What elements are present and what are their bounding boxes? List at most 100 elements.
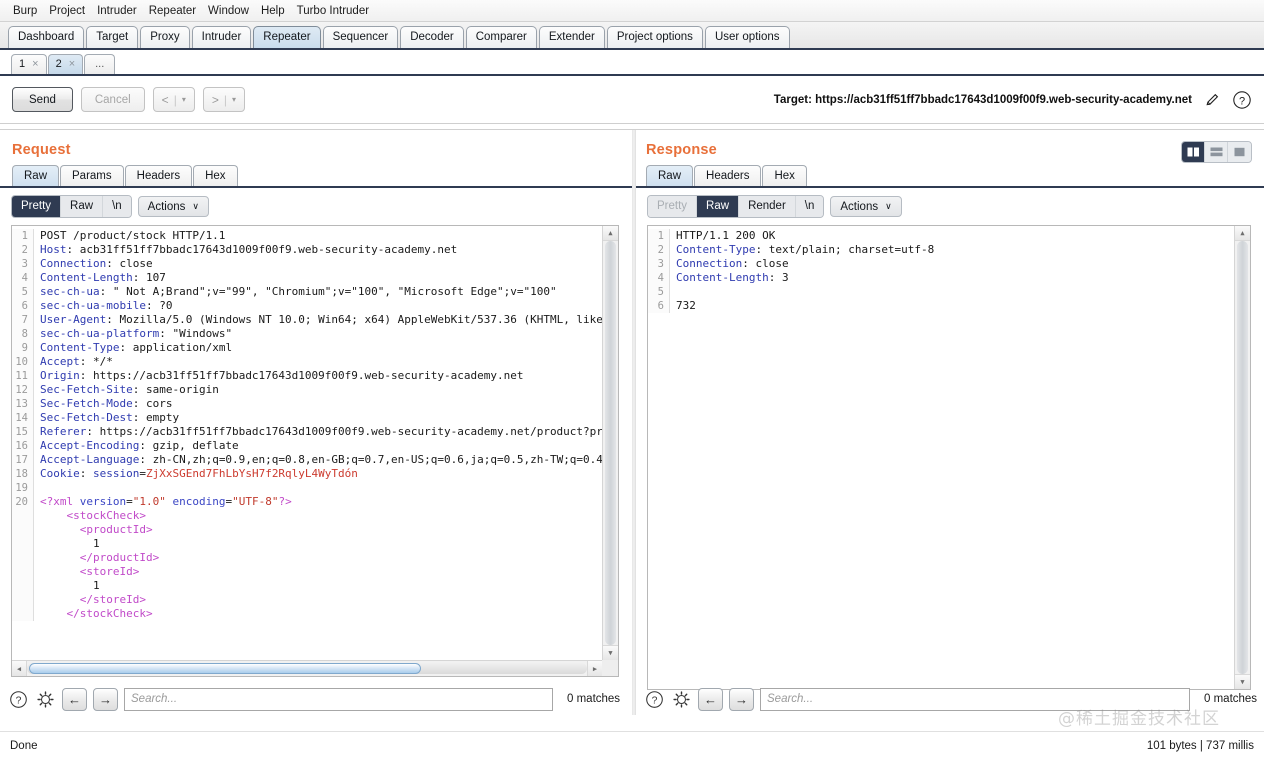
tab-intruder[interactable]: Intruder — [191, 26, 252, 48]
request-format-newline[interactable]: \n — [103, 196, 131, 217]
pencil-icon[interactable] — [1202, 90, 1222, 110]
code-line: 2 Content-Type: text/plain; charset=utf-8 — [648, 243, 1234, 257]
scroll-left-icon[interactable]: ◀ — [12, 661, 27, 676]
menu-item-project[interactable]: Project — [43, 3, 91, 19]
request-editor[interactable]: 1 POST /product/stock HTTP/1.1 2 Host: acb3… — [11, 225, 619, 677]
repeater-tab-strip: 1 × 2 × ... — [0, 50, 1264, 76]
history-back-button[interactable]: < | ▾ — [152, 87, 195, 112]
response-tab-raw[interactable]: Raw — [646, 165, 694, 186]
response-vertical-scrollbar[interactable]: ▲ ▼ — [1234, 226, 1250, 689]
code-line: 4 Content-Length: 107 — [12, 271, 602, 285]
close-icon[interactable]: × — [69, 55, 75, 74]
line-number: 17 — [12, 453, 34, 467]
tab-sequencer[interactable]: Sequencer — [322, 26, 399, 48]
request-tab-raw[interactable]: Raw — [12, 165, 60, 186]
request-tab-hex[interactable]: Hex — [193, 165, 238, 186]
response-tab-headers[interactable]: Headers — [694, 165, 762, 186]
code-line: 17 Accept-Language: zh-CN,zh;q=0.9,en;q=0… — [12, 453, 602, 467]
request-search-input[interactable]: Search... — [124, 687, 553, 711]
request-tab-params[interactable]: Params — [60, 165, 124, 186]
split-vertical-icon[interactable] — [1182, 142, 1205, 162]
code-text: Connection: close — [40, 257, 153, 270]
menu-item-repeater[interactable]: Repeater — [143, 3, 202, 19]
request-format-raw[interactable]: Raw — [61, 196, 104, 217]
scroll-up-icon[interactable]: ▲ — [1235, 226, 1250, 241]
code-text: Accept-Encoding: gzip, deflate — [40, 439, 239, 452]
menu-item-help[interactable]: Help — [255, 3, 291, 19]
code-text: </storeId> — [40, 593, 146, 606]
tab-user-options[interactable]: User options — [704, 26, 790, 48]
code-line: 12 Sec-Fetch-Site: same-origin — [12, 383, 602, 397]
main-tab-strip: Dashboard Target Proxy Intruder Repeater… — [0, 22, 1264, 50]
gear-icon[interactable] — [35, 689, 56, 710]
code-text: Content-Type: application/xml — [40, 341, 233, 354]
code-line: 18 Cookie: session=ZjXxSGEnd7FhLbYsH7f2Rq… — [12, 467, 602, 481]
tab-decoder[interactable]: Decoder — [400, 26, 464, 48]
menu-item-intruder[interactable]: Intruder — [91, 3, 143, 19]
repeater-tab-2[interactable]: 2 × — [47, 54, 84, 74]
question-icon[interactable]: ? — [8, 689, 29, 710]
request-horizontal-scrollbar[interactable]: ◀ ▶ — [12, 660, 602, 676]
request-actions-button[interactable]: Actions ∨ — [137, 196, 209, 217]
divider: | — [223, 92, 227, 107]
find-previous-button[interactable]: ← — [698, 687, 723, 711]
tab-target[interactable]: Target — [86, 26, 139, 48]
code-line: 3 Connection: close — [12, 257, 602, 271]
scroll-track[interactable] — [1237, 241, 1248, 674]
request-pane: Request Raw Params Headers Hex Pretty Ra… — [0, 130, 632, 715]
line-number: 4 — [648, 271, 670, 285]
response-format-newline[interactable]: \n — [795, 196, 824, 217]
menu-item-burp[interactable]: Burp — [7, 3, 43, 19]
single-pane-icon[interactable] — [1228, 142, 1251, 162]
gear-icon[interactable] — [671, 689, 692, 710]
scroll-down-icon[interactable]: ▼ — [603, 645, 618, 660]
request-vertical-scrollbar[interactable]: ▲ ▼ — [602, 226, 618, 660]
split-horizontal-icon[interactable] — [1205, 142, 1228, 162]
repeater-tab-add[interactable]: ... — [84, 54, 116, 74]
menu-item-window[interactable]: Window — [202, 3, 255, 19]
tab-dashboard[interactable]: Dashboard — [8, 26, 85, 48]
request-match-count: 0 matches — [567, 693, 621, 705]
response-format-render[interactable]: Render — [739, 196, 796, 217]
question-icon[interactable]: ? — [644, 689, 665, 710]
request-actions-label: Actions — [147, 200, 186, 213]
close-icon[interactable]: × — [32, 55, 38, 74]
history-forward-button[interactable]: > | ▾ — [202, 87, 245, 112]
cancel-button[interactable]: Cancel — [80, 87, 145, 112]
line-number: 11 — [12, 369, 34, 383]
scroll-right-icon[interactable]: ▶ — [587, 661, 602, 676]
line-number — [12, 551, 34, 565]
code-text: Content-Length: 107 — [40, 271, 166, 284]
response-actions-button[interactable]: Actions ∨ — [830, 196, 902, 217]
tab-proxy[interactable]: Proxy — [140, 26, 190, 48]
response-search-input[interactable]: Search... — [760, 687, 1190, 711]
chevron-down-icon: ▾ — [231, 95, 236, 104]
line-number: 6 — [648, 299, 670, 313]
response-format-pretty[interactable]: Pretty — [648, 196, 698, 217]
line-number: 9 — [12, 341, 34, 355]
scroll-track[interactable] — [605, 241, 616, 645]
response-format-raw[interactable]: Raw — [697, 196, 740, 217]
tab-project-options[interactable]: Project options — [606, 26, 703, 48]
find-next-button[interactable]: → — [93, 687, 118, 711]
code-text: 1 — [40, 579, 100, 592]
question-icon[interactable]: ? — [1232, 90, 1252, 110]
tab-extender[interactable]: Extender — [538, 26, 605, 48]
find-next-button[interactable]: → — [729, 687, 754, 711]
scroll-thumb[interactable] — [29, 663, 421, 674]
response-editor[interactable]: 1 HTTP/1.1 200 OK 2 Content-Type: text/plai… — [647, 225, 1251, 690]
find-previous-button[interactable]: ← — [62, 687, 87, 711]
line-number: 3 — [12, 257, 34, 271]
tab-comparer[interactable]: Comparer — [465, 26, 537, 48]
code-line: </productId> — [12, 551, 602, 565]
send-button[interactable]: Send — [12, 87, 73, 112]
code-line: <stockCheck> — [12, 509, 602, 523]
scroll-up-icon[interactable]: ▲ — [603, 226, 618, 241]
tab-repeater[interactable]: Repeater — [253, 26, 321, 48]
line-number: 5 — [648, 285, 670, 299]
menu-item-turbo-intruder[interactable]: Turbo Intruder — [291, 3, 375, 19]
response-tab-hex[interactable]: Hex — [762, 165, 807, 186]
request-format-pretty[interactable]: Pretty — [12, 196, 62, 217]
request-tab-headers[interactable]: Headers — [124, 165, 193, 186]
repeater-tab-1[interactable]: 1 × — [11, 54, 47, 74]
